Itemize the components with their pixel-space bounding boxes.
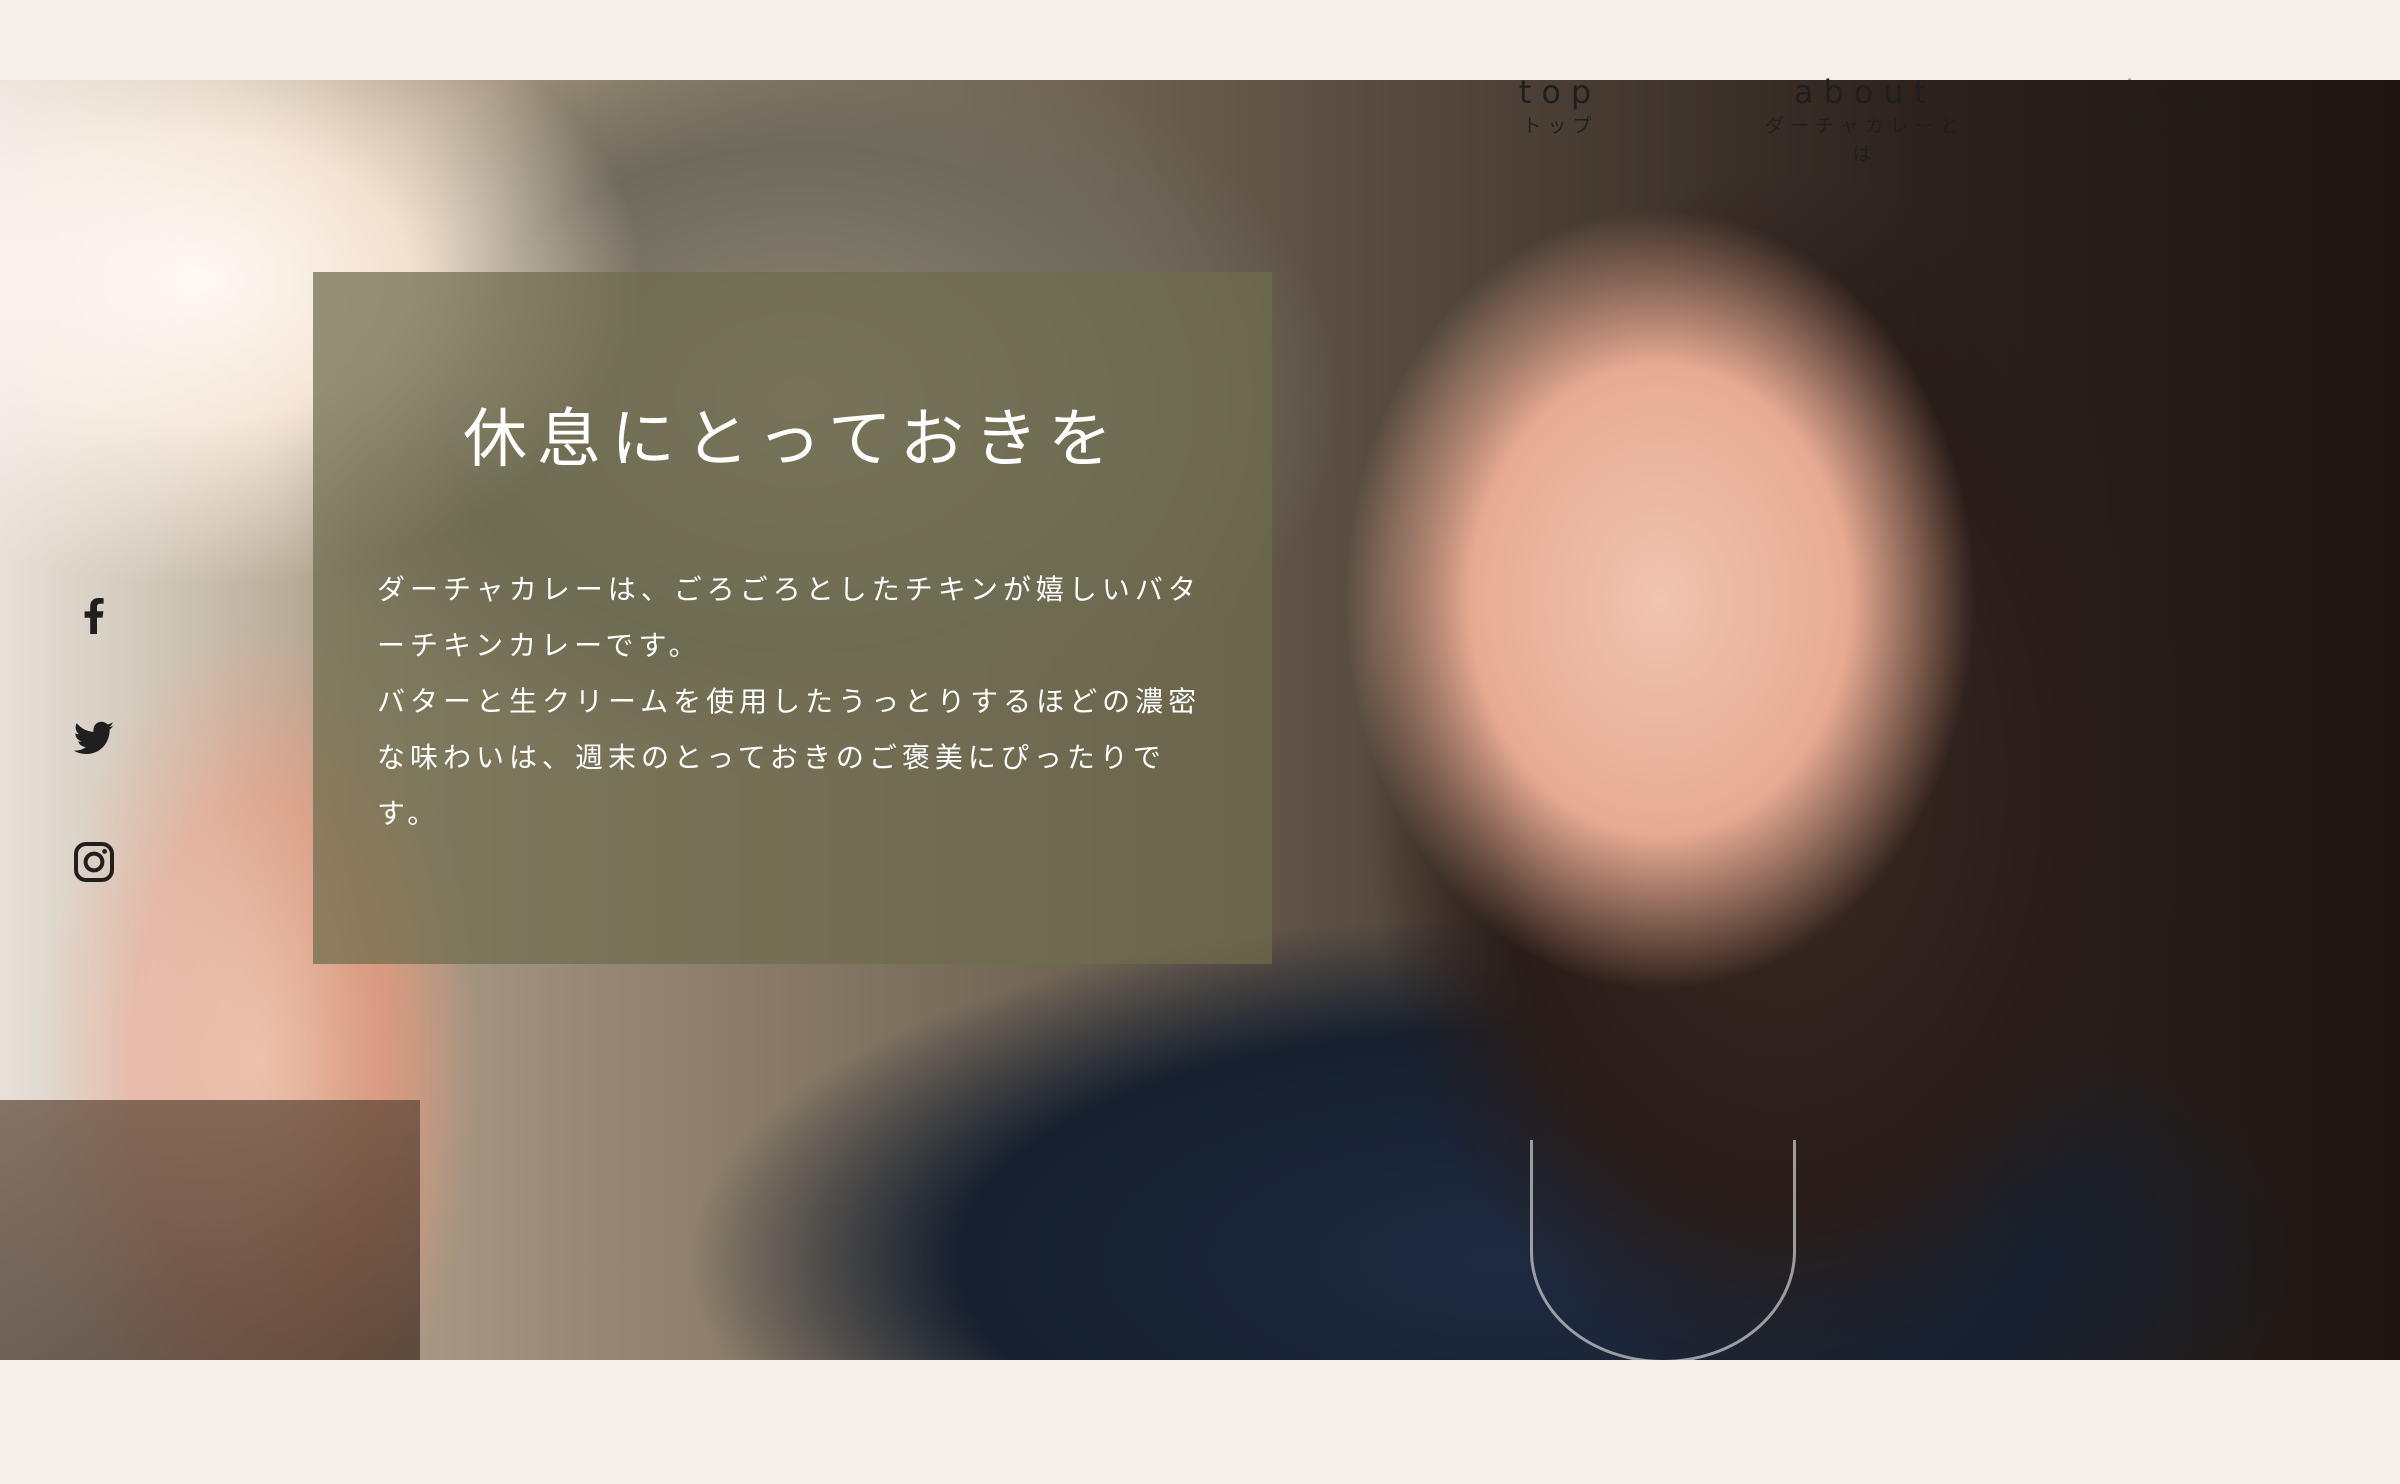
hero-text-card: 休息にとっておきを ダーチャカレーは、ごろごろとしたチキンが嬉しいバターチキンカ… (313, 272, 1272, 964)
page: top トップ about ダーチャカレーとは buy 購入する 休息にとってお… (0, 0, 2400, 1484)
nav-item-label-ja: ダーチャカレーとは (1765, 115, 1965, 165)
nav-item-label-ja: トップ (1522, 115, 1598, 137)
hero-paragraph: バターと生クリームを使用したうっとりするほどの濃密な味わいは、週末のとっておきの… (377, 685, 1202, 830)
facebook-icon[interactable] (70, 590, 118, 638)
main-nav: top トップ about ダーチャカレーとは buy 購入する (0, 72, 2400, 165)
hero-description: ダーチャカレーは、ごろごろとしたチキンが嬉しいバターチキンカレーです。 バターと… (377, 562, 1217, 842)
hero-necklace-detail (1530, 1140, 1796, 1360)
hero-paragraph: ダーチャカレーは、ごろごろとしたチキンが嬉しいバターチキンカレーです。 (377, 573, 1201, 662)
hero-headline: 休息にとっておきを (463, 403, 1122, 477)
nav-item-buy[interactable]: buy 購入する (2100, 72, 2240, 140)
nav-item-label-ja: 購入する (2119, 115, 2220, 137)
nav-item-label-en: buy (2125, 73, 2215, 111)
nav-item-label-en: about (1793, 73, 1937, 111)
instagram-icon[interactable] (70, 838, 118, 886)
hero-window-detail (0, 1100, 420, 1360)
twitter-icon[interactable] (70, 714, 118, 762)
nav-item-label-en: top (1518, 73, 1602, 111)
social-links (70, 590, 120, 962)
nav-item-about[interactable]: about ダーチャカレーとは (1760, 72, 1970, 168)
nav-item-top[interactable]: top トップ (1490, 72, 1630, 140)
